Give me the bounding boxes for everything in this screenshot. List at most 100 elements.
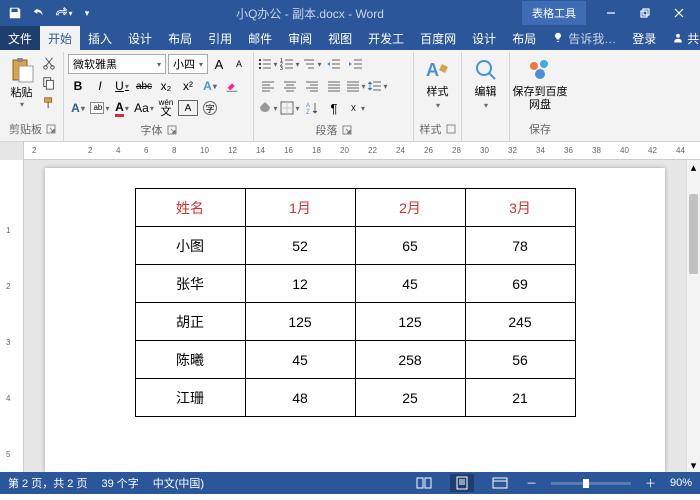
- cut-button[interactable]: [39, 54, 59, 72]
- tab-mailings[interactable]: 邮件: [240, 26, 280, 50]
- shading-button[interactable]: ▾: [258, 98, 278, 118]
- view-web[interactable]: [488, 474, 512, 492]
- table-cell[interactable]: 65: [355, 227, 465, 265]
- bullets-button[interactable]: ▾: [258, 54, 278, 74]
- numbering-button[interactable]: 123▾: [280, 54, 300, 74]
- change-case-button[interactable]: Aa▾: [134, 98, 154, 118]
- table-cell[interactable]: 45: [355, 265, 465, 303]
- vertical-ruler[interactable]: 12345: [0, 160, 24, 472]
- table-cell[interactable]: 125: [245, 303, 355, 341]
- minimize-button[interactable]: [594, 0, 628, 26]
- scroll-up[interactable]: ▴: [687, 160, 700, 174]
- multilevel-button[interactable]: ▾: [302, 54, 322, 74]
- tab-table-layout[interactable]: 布局: [504, 26, 544, 50]
- table-cell[interactable]: 78: [465, 227, 575, 265]
- text-effects-button[interactable]: A▾: [200, 76, 220, 96]
- paragraph-launcher[interactable]: [342, 125, 352, 135]
- borders-button[interactable]: ▾: [280, 98, 300, 118]
- superscript-button[interactable]: x²: [178, 76, 198, 96]
- tab-view[interactable]: 视图: [320, 26, 360, 50]
- document-viewport[interactable]: 姓名1月2月3月小图526578张华124569胡正125125245陈曦452…: [24, 160, 686, 472]
- clipboard-launcher[interactable]: [46, 124, 56, 134]
- table-cell[interactable]: 52: [245, 227, 355, 265]
- table-cell[interactable]: 69: [465, 265, 575, 303]
- subscript-button[interactable]: x₂: [156, 76, 176, 96]
- zoom-out[interactable]: －: [526, 475, 537, 491]
- qat-undo[interactable]: [28, 2, 50, 24]
- table-cell[interactable]: 张华: [135, 265, 245, 303]
- status-words[interactable]: 39 个字: [101, 475, 138, 491]
- table-header-cell[interactable]: 3月: [465, 189, 575, 227]
- table-cell[interactable]: 125: [355, 303, 465, 341]
- scroll-down[interactable]: ▾: [687, 458, 700, 472]
- share-button[interactable]: 共享: [664, 26, 700, 50]
- font-launcher[interactable]: [167, 125, 177, 135]
- tab-references[interactable]: 引用: [200, 26, 240, 50]
- restore-button[interactable]: [628, 0, 662, 26]
- table-cell[interactable]: 56: [465, 341, 575, 379]
- horizontal-ruler[interactable]: 2246810121416182022242628303234363840424…: [24, 142, 700, 160]
- table-cell[interactable]: 25: [355, 379, 465, 417]
- table-cell[interactable]: 48: [245, 379, 355, 417]
- decrease-indent[interactable]: [324, 54, 344, 74]
- table-header-cell[interactable]: 姓名: [135, 189, 245, 227]
- font-effects-a[interactable]: A▾: [68, 98, 88, 118]
- highlight-button[interactable]: ab▾: [90, 98, 110, 118]
- align-right[interactable]: [302, 76, 322, 96]
- show-marks[interactable]: ¶: [324, 98, 344, 118]
- format-painter-button[interactable]: [39, 94, 59, 112]
- underline-button[interactable]: U▾: [112, 76, 132, 96]
- scroll-thumb[interactable]: [689, 194, 698, 274]
- grow-font[interactable]: A: [210, 55, 228, 73]
- table-cell[interactable]: 21: [465, 379, 575, 417]
- font-color-button[interactable]: A▾: [112, 98, 132, 118]
- table-cell[interactable]: 江珊: [135, 379, 245, 417]
- table-cell[interactable]: 258: [355, 341, 465, 379]
- view-read[interactable]: [412, 474, 436, 492]
- char-border-button[interactable]: A: [178, 100, 198, 116]
- tab-file[interactable]: 文件: [0, 26, 40, 50]
- tab-baidu[interactable]: 百度网: [412, 26, 464, 50]
- shrink-font[interactable]: A: [230, 55, 248, 73]
- table-cell[interactable]: 陈曦: [135, 341, 245, 379]
- tab-review[interactable]: 审阅: [280, 26, 320, 50]
- bold-button[interactable]: B: [68, 76, 88, 96]
- paste-button[interactable]: 粘贴 ▾: [6, 54, 37, 112]
- copy-button[interactable]: [39, 74, 59, 92]
- zoom-level[interactable]: 90%: [670, 477, 692, 489]
- ruby-button[interactable]: wén文: [156, 98, 176, 118]
- asian-layout[interactable]: ☓▾: [346, 98, 366, 118]
- styles-button[interactable]: A 样式▾: [416, 56, 460, 112]
- status-page[interactable]: 第 2 页，共 2 页: [8, 475, 87, 491]
- font-name-combo[interactable]: 微软雅黑▾: [68, 54, 166, 74]
- qat-save[interactable]: [4, 2, 26, 24]
- table-cell[interactable]: 45: [245, 341, 355, 379]
- editing-button[interactable]: 编辑▾: [464, 56, 508, 112]
- tab-design[interactable]: 设计: [120, 26, 160, 50]
- align-center[interactable]: [280, 76, 300, 96]
- line-spacing[interactable]: ▾: [368, 76, 388, 96]
- align-justify[interactable]: [324, 76, 344, 96]
- table-header-cell[interactable]: 2月: [355, 189, 465, 227]
- align-left[interactable]: [258, 76, 278, 96]
- view-print[interactable]: [450, 474, 474, 492]
- tab-developer[interactable]: 开发工: [360, 26, 412, 50]
- clear-format-button[interactable]: [222, 76, 242, 96]
- close-button[interactable]: [662, 0, 696, 26]
- qat-redo[interactable]: ▾: [52, 2, 74, 24]
- qat-customize[interactable]: ▾: [76, 2, 98, 24]
- tab-home[interactable]: 开始: [40, 26, 80, 50]
- table-cell[interactable]: 245: [465, 303, 575, 341]
- styles-launcher[interactable]: [446, 124, 456, 134]
- strike-button[interactable]: abc: [134, 76, 154, 96]
- font-size-combo[interactable]: 小四▾: [168, 54, 208, 74]
- italic-button[interactable]: I: [90, 76, 110, 96]
- vertical-scrollbar[interactable]: ▴ ▾: [686, 160, 700, 472]
- tab-table-design[interactable]: 设计: [464, 26, 504, 50]
- tab-layout[interactable]: 布局: [160, 26, 200, 50]
- table-header-cell[interactable]: 1月: [245, 189, 355, 227]
- data-table[interactable]: 姓名1月2月3月小图526578张华124569胡正125125245陈曦452…: [135, 188, 576, 417]
- zoom-slider[interactable]: [551, 482, 631, 485]
- status-language[interactable]: 中文(中国): [153, 475, 204, 491]
- align-distribute[interactable]: ▾: [346, 76, 366, 96]
